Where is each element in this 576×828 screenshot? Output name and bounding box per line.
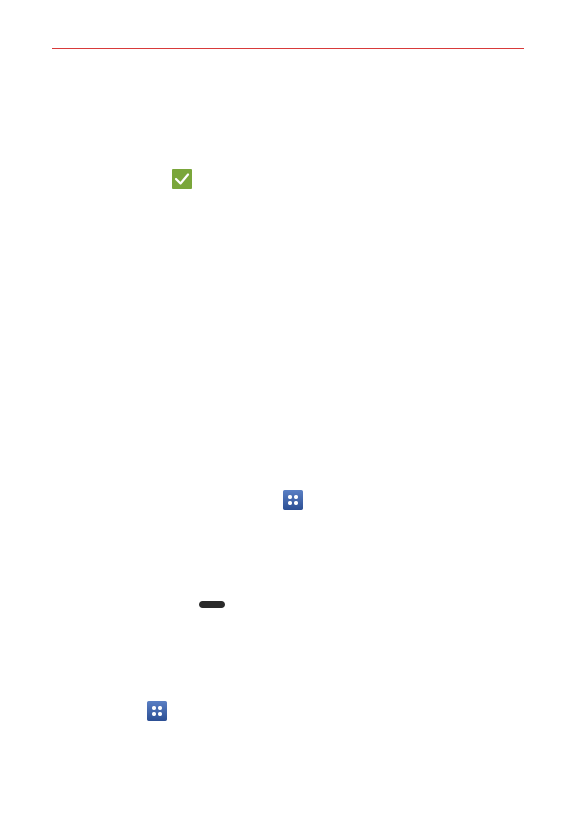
menu-key-icon xyxy=(199,601,225,608)
apps-icon xyxy=(147,701,167,721)
header-rule xyxy=(52,48,524,49)
apps-icon xyxy=(283,490,303,510)
checkmark-icon xyxy=(172,169,192,189)
